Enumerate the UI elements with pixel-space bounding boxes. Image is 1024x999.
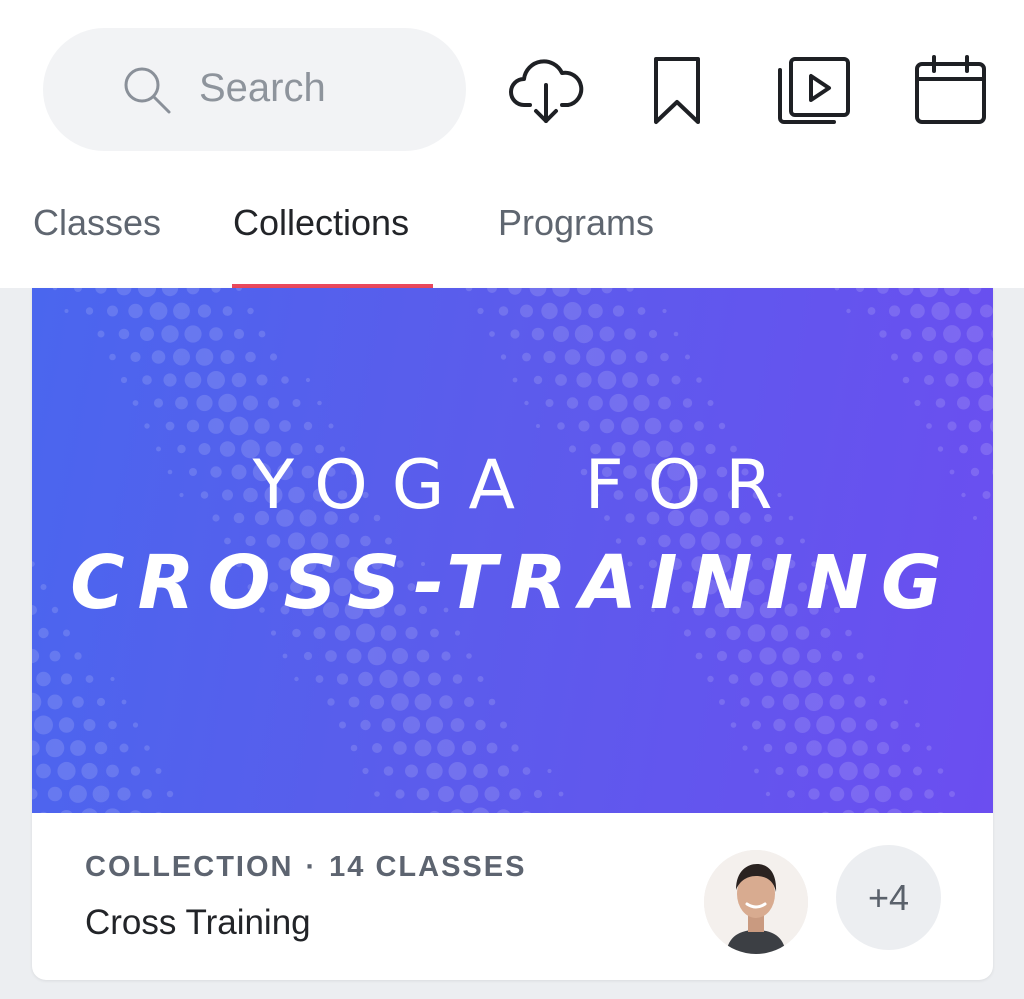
class-count: 14 CLASSES [329, 851, 527, 883]
search-icon [124, 67, 171, 114]
search-input[interactable] [199, 58, 439, 118]
collection-banner[interactable]: YOGA FOR CROSS-TRAINING [32, 288, 993, 813]
tab-collections[interactable]: Collections [233, 202, 409, 244]
tab-bar: Classes Collections Programs [0, 190, 1024, 289]
more-instructors-badge[interactable]: +4 [836, 845, 941, 950]
tab-classes[interactable]: Classes [33, 202, 161, 244]
banner-title-line1: YOGA FOR [252, 446, 797, 525]
video-library-icon[interactable] [776, 54, 852, 126]
bookmark-icon[interactable] [652, 56, 702, 126]
search-bar[interactable] [43, 28, 466, 151]
collection-card[interactable]: YOGA FOR CROSS-TRAINING COLLECTION · 14 CL… [32, 288, 993, 980]
calendar-icon[interactable] [914, 55, 988, 127]
collection-type: COLLECTION [85, 851, 294, 883]
avatar [704, 850, 808, 954]
top-bar: Classes Collections Programs [0, 0, 1024, 289]
collection-title: Cross Training [85, 903, 311, 942]
meta-separator: · [305, 851, 318, 883]
tab-programs[interactable]: Programs [498, 202, 654, 244]
download-icon[interactable] [508, 55, 584, 127]
banner-title-line2: CROSS-TRAINING [70, 540, 955, 626]
instructor-avatar-image [704, 850, 808, 954]
collection-meta: COLLECTION · 14 CLASSES [85, 851, 526, 884]
